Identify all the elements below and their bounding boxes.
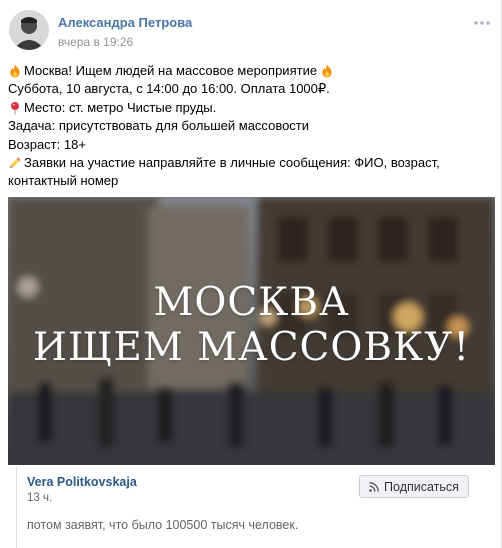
post-line-3: Место: ст. метро Чистые пруды. bbox=[24, 99, 217, 115]
post-line-5: Возраст: 18+ bbox=[8, 136, 86, 152]
rss-icon bbox=[369, 481, 379, 492]
comment-author-link[interactable]: Vera Politkovskaja bbox=[27, 475, 137, 489]
post-line: Заявки на участие направляйте в личные с… bbox=[8, 154, 493, 172]
post-line-1: Москва! Ищем людей на массовое мероприят… bbox=[24, 63, 318, 78]
post-line: Суббота, 10 августа, с 14:00 до 16:00. О… bbox=[8, 80, 493, 98]
comment-timestamp[interactable]: 13 ч. bbox=[27, 492, 52, 504]
post-line: контактный номер bbox=[8, 172, 493, 190]
photo-headline: МОСКВА ИЩЕМ МАССОВКУ! bbox=[8, 280, 495, 372]
comment-text: потом заявят, что было 100500 тысяч чело… bbox=[27, 518, 299, 532]
avatar-image bbox=[9, 10, 49, 50]
post-line-2: Суббота, 10 августа, с 14:00 до 16:00. О… bbox=[8, 81, 330, 97]
fire-emoji-icon bbox=[322, 64, 332, 78]
pencil-emoji-icon bbox=[10, 157, 21, 169]
photo-headline-line2: ИЩЕМ МАССОВКУ! bbox=[32, 325, 471, 370]
photo-headline-line1: МОСКВА bbox=[153, 280, 350, 325]
subscribe-button-label: Подписаться bbox=[384, 479, 459, 494]
fire-emoji-icon bbox=[10, 64, 20, 78]
post-line-4: Задача: присутствовать для большей массо… bbox=[8, 118, 310, 134]
post-card: Александра Петрова вчера в 19:26 Москва!… bbox=[0, 0, 502, 548]
subscribe-button[interactable]: Подписаться bbox=[359, 475, 469, 498]
post-line: Москва! Ищем людей на массовое мероприят… bbox=[8, 62, 493, 80]
post-text: Москва! Ищем людей на массовое мероприят… bbox=[8, 62, 493, 191]
more-icon[interactable] bbox=[472, 16, 492, 30]
post-line: Задача: присутствовать для большей массо… bbox=[8, 117, 493, 135]
post-line: Место: ст. метро Чистые пруды. bbox=[8, 99, 493, 117]
avatar[interactable] bbox=[9, 10, 49, 50]
post-line: Возраст: 18+ bbox=[8, 136, 493, 154]
post-line-6: Заявки на участие направляйте в личные с… bbox=[24, 155, 440, 171]
round-pushpin-emoji-icon bbox=[11, 102, 19, 115]
post-timestamp[interactable]: вчера в 19:26 bbox=[58, 35, 133, 49]
post-author-link[interactable]: Александра Петрова bbox=[58, 15, 192, 30]
post-line-7: контактный номер bbox=[8, 173, 119, 189]
